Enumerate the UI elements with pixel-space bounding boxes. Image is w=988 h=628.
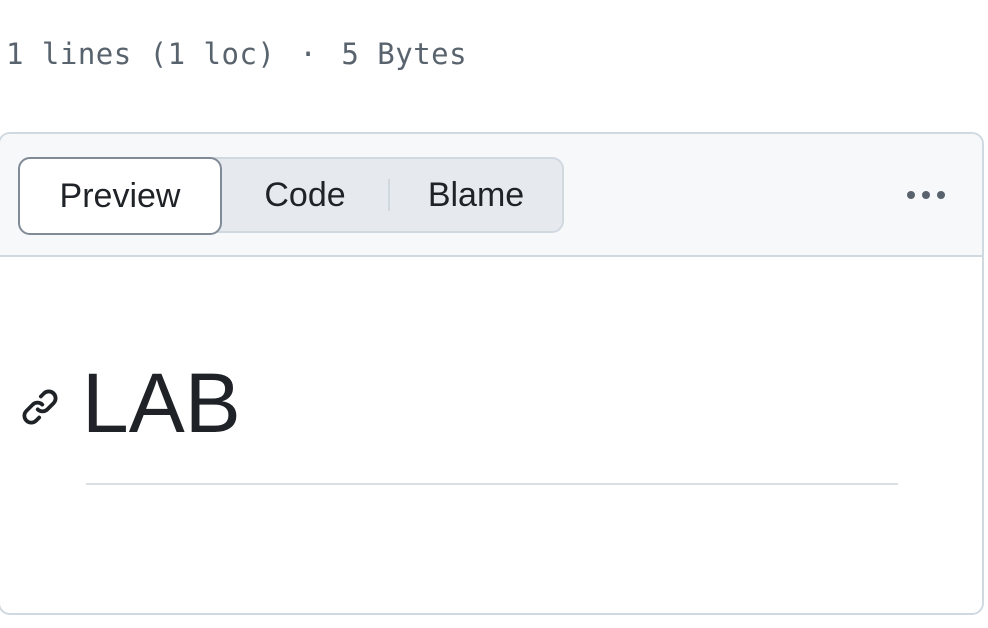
link-icon[interactable]	[20, 387, 60, 427]
file-header: Preview Code Blame	[0, 134, 982, 257]
preview-button[interactable]: Preview	[18, 157, 222, 235]
kebab-horizontal-icon	[907, 191, 915, 199]
markdown-heading: LAB	[82, 356, 241, 450]
more-options-button[interactable]	[900, 176, 952, 214]
kebab-dot	[937, 191, 945, 199]
blame-button[interactable]: Blame	[390, 159, 562, 231]
file-info: 1 lines (1 loc) · 5 Bytes	[6, 32, 467, 76]
code-button[interactable]: Code	[222, 159, 388, 231]
meta-separator: ·	[299, 37, 318, 71]
view-toggle: Preview Code Blame	[18, 157, 564, 235]
markdown-preview: LAB	[0, 257, 982, 613]
line-count: 1 lines (1 loc)	[6, 37, 276, 71]
file-viewer: Preview Code Blame LAB	[0, 132, 984, 615]
heading-underline	[86, 483, 898, 485]
file-size: 5 Bytes	[341, 37, 468, 71]
kebab-dot	[922, 191, 930, 199]
